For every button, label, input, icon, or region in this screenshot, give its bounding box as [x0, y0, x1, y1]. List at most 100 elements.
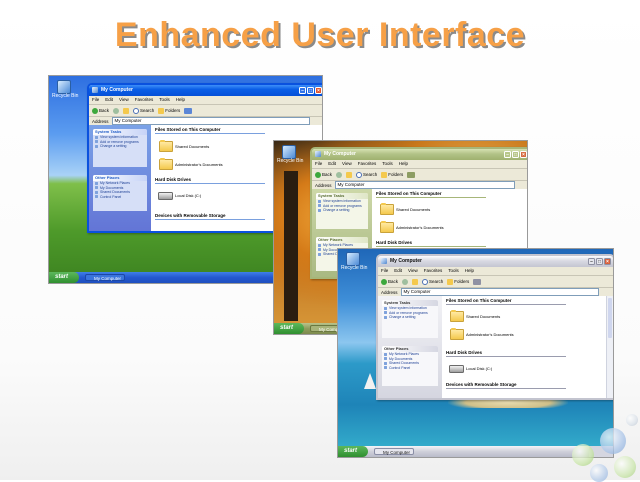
menu-file[interactable]: File [315, 160, 322, 168]
recycle-bin-icon[interactable] [57, 80, 71, 94]
menu-edit[interactable]: Edit [105, 96, 113, 104]
menu-tools[interactable]: Tools [159, 96, 170, 104]
toolbar: Back Search Folders [378, 276, 613, 288]
menu-file[interactable]: File [92, 96, 99, 104]
folder-label[interactable]: Shared Documents [175, 144, 209, 149]
menu-view[interactable]: View [342, 160, 352, 168]
hard-disk-icon[interactable] [449, 365, 464, 373]
up-button[interactable] [346, 171, 353, 178]
views-icon [407, 171, 416, 178]
up-button[interactable] [412, 278, 419, 285]
window-titlebar[interactable]: My Computer – □ × [378, 256, 613, 267]
back-arrow-icon [92, 107, 98, 114]
task-pane: System Tasks View system information Add… [378, 296, 442, 398]
menu-favorites[interactable]: Favorites [358, 160, 377, 168]
close-button[interactable]: × [315, 86, 322, 94]
task-link[interactable]: Change a setting [382, 315, 438, 320]
menu-help[interactable]: Help [465, 267, 474, 275]
minimize-button[interactable]: – [299, 86, 306, 94]
menu-file[interactable]: File [381, 267, 388, 275]
start-button[interactable]: start [49, 272, 79, 283]
address-input[interactable]: My Computer [334, 181, 515, 189]
menu-help[interactable]: Help [399, 160, 408, 168]
search-button[interactable]: Search [356, 171, 377, 178]
folders-button[interactable]: Folders [447, 278, 469, 285]
start-button[interactable]: start [338, 446, 368, 457]
forward-button[interactable] [336, 171, 343, 178]
place-link[interactable]: Control Panel [93, 195, 147, 200]
back-arrow-icon [315, 171, 321, 178]
address-label: Address [381, 289, 398, 295]
close-button[interactable]: × [520, 150, 527, 158]
window-titlebar[interactable]: My Computer – □ × [312, 149, 527, 160]
forward-button[interactable] [113, 107, 120, 114]
folder-label[interactable]: Shared Documents [466, 314, 500, 319]
toolbar: Back Search Folders [89, 105, 322, 117]
menu-edit[interactable]: Edit [394, 267, 402, 275]
folder-icon[interactable] [159, 140, 173, 152]
menu-tools[interactable]: Tools [382, 160, 393, 168]
folder-label[interactable]: Administrator's Documents [396, 225, 444, 230]
folder-icon[interactable] [450, 310, 464, 322]
system-tasks-panel: System Tasks View system information Add… [382, 300, 438, 338]
back-button[interactable]: Back [315, 171, 332, 178]
system-tasks-panel: System Tasks View system information Add… [316, 193, 368, 229]
my-computer-window[interactable]: My Computer – □ × File Edit View Favorit… [376, 254, 613, 400]
close-button[interactable]: × [604, 257, 611, 265]
folder-icon[interactable] [380, 203, 394, 215]
forward-button[interactable] [402, 278, 409, 285]
minimize-button[interactable]: – [588, 257, 595, 265]
folder-label[interactable]: Shared Documents [396, 207, 430, 212]
views-button[interactable] [473, 278, 482, 285]
group-divider [446, 388, 566, 389]
desktop-icon-label: Recycle Bin [341, 265, 368, 271]
menu-favorites[interactable]: Favorites [135, 96, 154, 104]
taskbar-window-button[interactable]: My Computer [374, 448, 414, 455]
folders-icon [158, 107, 165, 114]
address-input[interactable]: My Computer [111, 117, 310, 125]
drive-label[interactable]: Local Disk (C:) [175, 193, 201, 198]
window-title: My Computer [324, 151, 356, 157]
taskbar-window-button[interactable]: My Computer [85, 274, 125, 281]
menu-help[interactable]: Help [176, 96, 185, 104]
menu-bar: File Edit View Favorites Tools Help [312, 160, 527, 169]
maximize-button[interactable]: □ [307, 86, 314, 94]
maximize-button[interactable]: □ [596, 257, 603, 265]
folder-label[interactable]: Administrator's Documents [466, 332, 514, 337]
toolbar: Back Search Folders [312, 169, 527, 181]
menu-view[interactable]: View [119, 96, 129, 104]
system-tasks-panel: System Tasks View system information Add… [93, 129, 147, 167]
views-button[interactable] [184, 107, 193, 114]
drive-label[interactable]: Local Disk (C:) [466, 366, 492, 371]
start-button[interactable]: start [274, 323, 304, 334]
computer-icon [315, 151, 321, 157]
menu-tools[interactable]: Tools [448, 267, 459, 275]
folder-icon[interactable] [380, 221, 394, 233]
search-button[interactable]: Search [422, 278, 443, 285]
views-button[interactable] [407, 171, 416, 178]
menu-edit[interactable]: Edit [328, 160, 336, 168]
folders-button[interactable]: Folders [381, 171, 403, 178]
search-button[interactable]: Search [133, 107, 154, 114]
address-input[interactable]: My Computer [400, 288, 599, 296]
folder-label[interactable]: Administrator's Documents [175, 162, 223, 167]
folder-icon[interactable] [159, 158, 173, 170]
folder-icon[interactable] [450, 328, 464, 340]
menu-favorites[interactable]: Favorites [424, 267, 443, 275]
vertical-scrollbar[interactable] [606, 296, 613, 398]
window-titlebar[interactable]: My Computer – □ × [89, 85, 322, 96]
minimize-button[interactable]: – [504, 150, 511, 158]
group-header-hdd: Hard Disk Drives [446, 350, 483, 355]
back-button[interactable]: Back [381, 278, 398, 285]
up-button[interactable] [123, 107, 130, 114]
task-link[interactable]: Change a setting [93, 144, 147, 149]
folders-button[interactable]: Folders [158, 107, 180, 114]
place-link[interactable]: Control Panel [382, 366, 438, 371]
hard-disk-icon[interactable] [158, 192, 173, 200]
task-link[interactable]: Change a setting [316, 208, 368, 213]
maximize-button[interactable]: □ [512, 150, 519, 158]
menu-view[interactable]: View [408, 267, 418, 275]
recycle-bin-icon[interactable] [282, 145, 296, 159]
recycle-bin-icon[interactable] [346, 252, 360, 266]
back-button[interactable]: Back [92, 107, 109, 114]
